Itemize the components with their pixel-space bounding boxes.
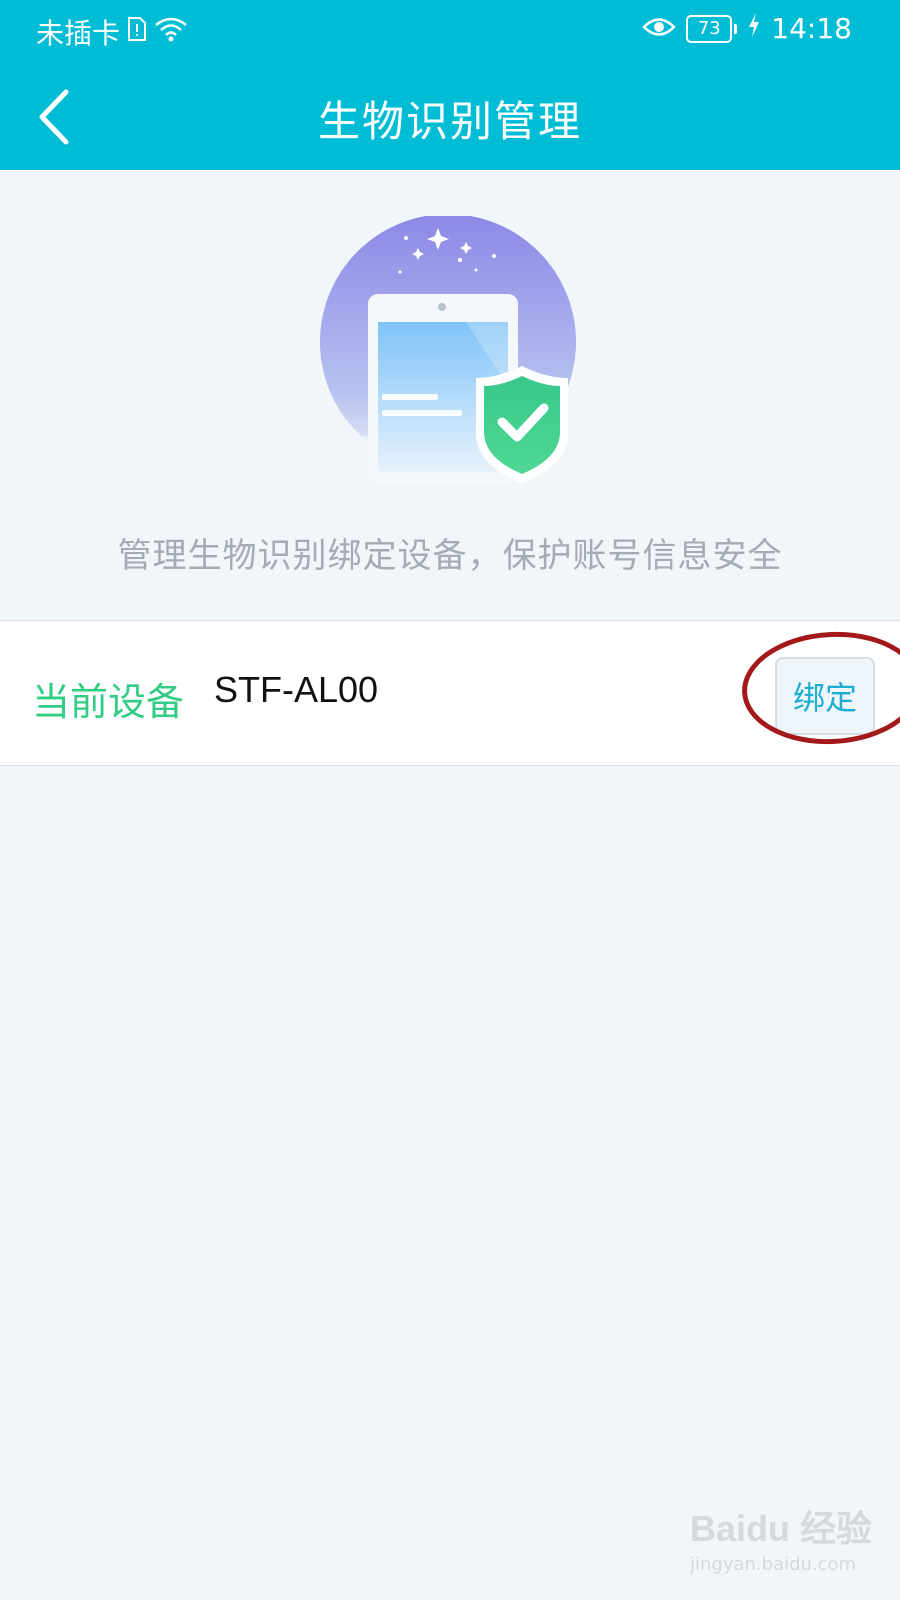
page-description: 管理生物识别绑定设备，保护账号信息安全 [117,536,783,576]
wifi-icon [154,15,188,50]
navigation-bar: 生物识别管理 [0,68,900,168]
eye-icon [642,12,677,45]
watermark-logo: Baidu 经验 [690,1508,873,1549]
battery-icon: 73 [686,14,738,43]
device-model: STF-AL00 [214,669,379,710]
charging-icon [747,12,761,45]
current-device-label: 当前设备 [32,680,185,724]
page-title: 生物识别管理 [317,97,582,146]
status-bar: 未插卡 73 14:18 [0,0,900,60]
phone-shield-illustration [316,214,586,496]
status-right: 73 14:18 [642,12,852,45]
battery-level: 73 [686,14,733,43]
app-header: 未插卡 73 14:18 生物识别管理 [0,0,900,170]
carrier-text: 未插卡 [36,17,121,50]
sim-alert-icon [126,16,148,49]
clock: 14:18 [771,12,852,45]
status-left: 未插卡 [36,12,188,52]
baidu-watermark: Baidu 经验 jingyan.baidu.com [690,1500,880,1580]
watermark-url: jingyan.baidu.com [690,1554,857,1575]
